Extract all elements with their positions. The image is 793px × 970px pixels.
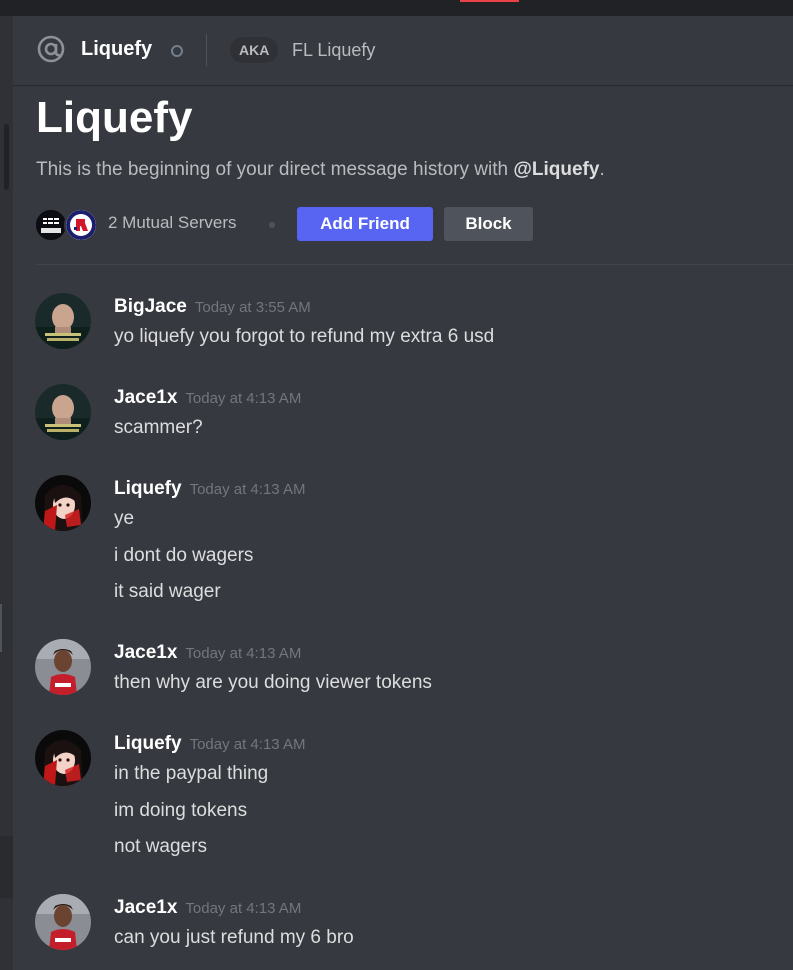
author-name[interactable]: Liquefy bbox=[114, 733, 182, 754]
history-divider bbox=[36, 264, 793, 265]
welcome-subtitle-prefix: This is the beginning of your direct mes… bbox=[36, 159, 514, 180]
author-name[interactable]: Jace1x bbox=[114, 642, 177, 663]
at-sign-icon bbox=[37, 35, 65, 63]
message-timestamp: Today at 4:13 AM bbox=[189, 736, 306, 753]
message-group: Jace1x Today at 4:13 AM then why are you d… bbox=[0, 639, 793, 715]
server-eas-logo-icon bbox=[36, 210, 66, 240]
separator-dot bbox=[269, 222, 275, 228]
message-header: Liquefy Today at 4:13 AM bbox=[114, 733, 305, 755]
message-group: Jace1x Today at 4:13 AM can you just refun… bbox=[0, 894, 793, 970]
mutual-servers-row: 2 Mutual Servers Add Friend Block bbox=[34, 207, 774, 242]
aka-badge: AKA bbox=[230, 37, 279, 63]
window-top-strip bbox=[0, 0, 793, 16]
offline-status-icon bbox=[171, 45, 183, 57]
message-header: Jace1x Today at 4:13 AM bbox=[114, 897, 301, 919]
user-avatar[interactable] bbox=[35, 730, 91, 786]
user-avatar[interactable] bbox=[35, 384, 91, 440]
message-text: can you just refund my 6 bro bbox=[114, 927, 354, 948]
sidebar-scrollbar[interactable] bbox=[4, 124, 9, 190]
user-avatar[interactable] bbox=[35, 639, 91, 695]
server-jr-logo-icon bbox=[66, 210, 96, 240]
message-text: yo liquefy you forgot to refund my extra… bbox=[114, 326, 495, 347]
message-text: then why are you doing viewer tokens bbox=[114, 672, 432, 693]
message-text: scammer? bbox=[114, 417, 203, 438]
message-text: ye bbox=[114, 508, 135, 529]
message-timestamp: Today at 4:13 AM bbox=[185, 645, 302, 662]
message-timestamp: Today at 4:13 AM bbox=[189, 481, 306, 498]
message-group: Liquefy Today at 4:13 AM in the paypal thi… bbox=[0, 730, 793, 879]
message-timestamp: Today at 3:55 AM bbox=[194, 299, 311, 316]
author-name[interactable]: BigJace bbox=[114, 296, 187, 317]
message-timestamp: Today at 4:13 AM bbox=[185, 390, 302, 407]
author-name[interactable]: Jace1x bbox=[114, 897, 177, 918]
message-group: BigJace Today at 3:55 AM yo liquefy you fo… bbox=[0, 293, 793, 369]
user-avatar[interactable] bbox=[35, 894, 91, 950]
message-timestamp: Today at 4:13 AM bbox=[185, 900, 302, 917]
active-tab-indicator bbox=[460, 0, 519, 2]
message-header: Liquefy Today at 4:13 AM bbox=[114, 478, 305, 500]
server-icon-jr[interactable] bbox=[64, 208, 98, 242]
mutual-servers-link[interactable]: 2 Mutual Servers bbox=[108, 213, 237, 233]
message-text: in the paypal thing bbox=[114, 763, 269, 784]
author-name[interactable]: Jace1x bbox=[114, 387, 177, 408]
author-name[interactable]: Liquefy bbox=[114, 478, 182, 499]
message-group: Jace1x Today at 4:13 AM scammer? bbox=[0, 384, 793, 460]
welcome-subtitle: This is the beginning of your direct mes… bbox=[36, 159, 605, 181]
welcome-subtitle-handle: @Liquefy bbox=[513, 159, 600, 180]
dm-header: Liquefy AKA FL Liquefy bbox=[13, 16, 793, 85]
welcome-title: Liquefy bbox=[36, 93, 193, 142]
message-group: Liquefy Today at 4:13 AM ye i dont do wager… bbox=[0, 475, 793, 624]
add-friend-button[interactable]: Add Friend bbox=[297, 207, 433, 241]
dm-username[interactable]: Liquefy bbox=[81, 38, 152, 61]
message-text: it said wager bbox=[114, 581, 221, 602]
message-header: BigJace Today at 3:55 AM bbox=[114, 296, 311, 318]
aka-nickname: FL Liquefy bbox=[292, 40, 376, 60]
user-avatar[interactable] bbox=[35, 475, 91, 531]
server-icon-eas[interactable] bbox=[34, 208, 68, 242]
message-text: not wagers bbox=[114, 836, 207, 857]
block-button[interactable]: Block bbox=[444, 207, 533, 241]
header-divider bbox=[206, 34, 207, 66]
user-avatar[interactable] bbox=[35, 293, 91, 349]
message-header: Jace1x Today at 4:13 AM bbox=[114, 642, 301, 664]
message-header: Jace1x Today at 4:13 AM bbox=[114, 387, 301, 409]
message-text: im doing tokens bbox=[114, 799, 248, 821]
welcome-subtitle-suffix: . bbox=[599, 159, 605, 180]
message-text: i dont do wagers bbox=[114, 544, 254, 566]
